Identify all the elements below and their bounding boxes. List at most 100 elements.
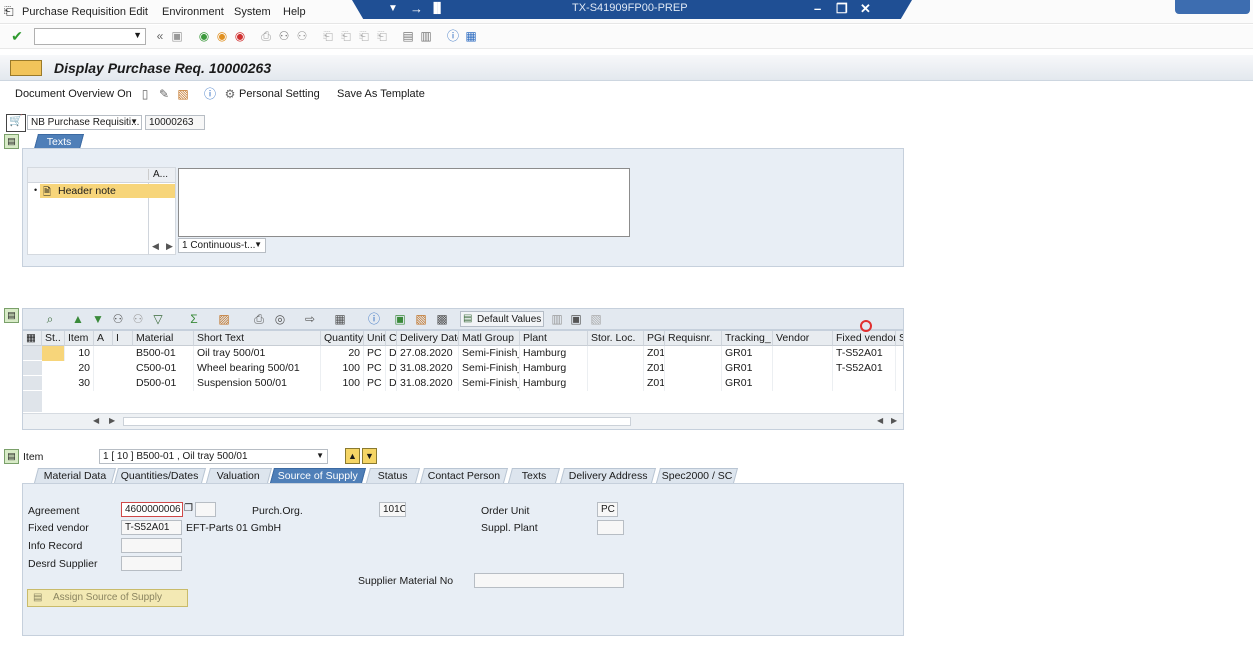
tab-valuation[interactable]: Valuation (205, 468, 273, 483)
col-unit[interactable]: Unit (364, 331, 386, 346)
collapse-header-icon[interactable]: ▤ (4, 134, 19, 149)
enter-check-icon[interactable]: ✔ (10, 29, 24, 43)
copy-document-icon[interactable]: ▧ (176, 87, 190, 101)
view-icon[interactable]: ◎ (273, 312, 287, 326)
col-matl-group[interactable]: Matl Group (459, 331, 520, 346)
col-vendor[interactable]: Vendor (773, 331, 833, 346)
assign-icon[interactable]: ▣ (569, 312, 583, 326)
table-row-unit[interactable]: PC (364, 376, 386, 391)
new-session-icon[interactable]: ▤ (401, 29, 415, 43)
col-short-text[interactable]: Short Text (194, 331, 321, 346)
table-row-c[interactable]: D (386, 346, 397, 361)
double-chevron-left-icon[interactable]: « (153, 29, 167, 43)
col-item[interactable]: Item (65, 331, 94, 346)
chevron-down-icon[interactable]: ▼ (254, 240, 262, 249)
tree-item-header-note[interactable]: 🗎 Header note (40, 184, 175, 198)
chevron-down-icon[interactable]: ▼ (130, 117, 138, 126)
table-row-date[interactable]: 31.08.2020 (397, 376, 459, 391)
shortcut-icon[interactable]: ▥ (419, 29, 433, 43)
assign-source-of-supply-button[interactable]: ▤ Assign Source of Supply (27, 589, 188, 607)
tab-quantities-dates[interactable]: Quantities/Dates (113, 468, 207, 483)
tab-contact-person[interactable]: Contact Person (419, 468, 509, 483)
table-row-short-text[interactable]: Wheel bearing 500/01 (194, 361, 321, 376)
table-row-short-text[interactable]: Suspension 500/01 (194, 376, 321, 391)
document-number-field[interactable]: 10000263 (145, 115, 205, 130)
grid-horizontal-scrollbar[interactable]: ◀ ▶ ◀ ▶ (23, 413, 903, 429)
table-row-pgr[interactable]: Z01 (644, 361, 665, 376)
table-row-short-text[interactable]: Oil tray 500/01 (194, 346, 321, 361)
col-i[interactable]: I (113, 331, 133, 346)
suppl-plant-field[interactable] (597, 520, 624, 535)
delete-item-icon[interactable]: ▩ (435, 312, 449, 326)
find-icon[interactable]: ⚇ (111, 312, 125, 326)
col-stor-loc[interactable]: Stor. Loc. (588, 331, 644, 346)
agreement-field[interactable]: 4600000006 (121, 502, 183, 517)
table-row-unit[interactable]: PC (364, 361, 386, 376)
menu-system[interactable]: System (234, 6, 271, 18)
sort-descending-icon[interactable]: ▼ (91, 312, 105, 326)
table-row-vendor[interactable] (773, 346, 833, 361)
table-row-tracking[interactable]: GR01 (722, 346, 773, 361)
menu-purchase-requisition[interactable]: Purchase Requisition (22, 6, 126, 18)
export-icon[interactable]: ⇨ (303, 312, 317, 326)
table-row-item[interactable]: 20 (65, 361, 94, 376)
tab-texts[interactable]: Texts (507, 468, 561, 483)
save-as-template-button[interactable]: Save As Template (337, 88, 425, 100)
grid-select-all-icon[interactable]: ▦ (23, 331, 42, 346)
personal-setting-button[interactable]: Personal Setting (239, 88, 320, 100)
table-row-matl-group[interactable]: Semi-Finish_ (459, 346, 520, 361)
layout-icon[interactable]: ▦ (333, 312, 347, 326)
scroll-left-icon[interactable]: ◀ (93, 416, 99, 425)
col-quantity[interactable]: Quantity (321, 331, 364, 346)
info-record-field[interactable] (121, 538, 182, 553)
scroll-left-icon[interactable]: ◀ (877, 416, 883, 425)
close-icon[interactable]: ✕ (860, 1, 871, 17)
table-row-tracking[interactable]: GR01 (722, 361, 773, 376)
customize-layout-icon[interactable]: ▦ (464, 29, 478, 43)
tab-status[interactable]: Status (365, 468, 421, 483)
table-row-stor-loc[interactable] (588, 376, 644, 391)
tab-texts[interactable]: Texts (33, 134, 85, 149)
table-row-fixed-vendor[interactable]: T-S52A01 (833, 361, 896, 376)
table-row-plant[interactable]: Hamburg (520, 376, 588, 391)
table-row-plant[interactable]: Hamburg (520, 361, 588, 376)
table-row-vendor[interactable] (773, 361, 833, 376)
col-fixed-vendor[interactable]: Fixed vendor (833, 331, 896, 346)
table-row-pgr[interactable]: Z01 (644, 346, 665, 361)
col-status[interactable]: St.. (42, 331, 65, 346)
dropdown-icon[interactable]: ▼ (388, 3, 398, 14)
table-row-quantity[interactable]: 20 (321, 346, 364, 361)
default-values-button[interactable]: ▤ Default Values (460, 311, 544, 327)
menu-help[interactable]: Help (283, 6, 306, 18)
chevron-down-icon[interactable]: ▼ (133, 30, 142, 40)
exit-icon[interactable]: ⎗ (4, 4, 14, 19)
first-page-icon[interactable]: ⎗ (321, 29, 335, 43)
collapse-items-icon[interactable]: ▤ (4, 308, 19, 323)
tab-material-data[interactable]: Material Data (33, 468, 117, 483)
previous-page-icon[interactable]: ⎗ (339, 29, 353, 43)
tab-delivery-address[interactable]: Delivery Address (559, 468, 657, 483)
table-row-c[interactable]: D (386, 361, 397, 376)
collapse-item-detail-icon[interactable]: ▤ (4, 449, 19, 464)
scroll-thumb[interactable] (123, 417, 631, 426)
restore-icon[interactable]: ❐ (836, 1, 848, 17)
save-icon[interactable]: ▣ (170, 29, 184, 43)
col-a[interactable]: A (94, 331, 113, 346)
menu-environment[interactable]: Environment (162, 6, 224, 18)
table-row-fixed-vendor[interactable] (833, 376, 896, 391)
add-item-icon[interactable]: ▣ (393, 312, 407, 326)
next-item-icon[interactable]: ▼ (362, 448, 377, 464)
exit-icon[interactable]: ◉ (215, 29, 229, 43)
table-row-unit[interactable]: PC (364, 346, 386, 361)
table-row-material[interactable]: B500-01 (133, 346, 194, 361)
copy-icon[interactable]: ❐ (184, 503, 193, 514)
back-icon[interactable]: ◉ (197, 29, 211, 43)
find-next-icon[interactable]: ⚇ (295, 29, 309, 43)
table-row-material[interactable]: D500-01 (133, 376, 194, 391)
supplier-material-field[interactable] (474, 573, 624, 588)
scroll-right-icon[interactable]: ▶ (109, 416, 115, 425)
menu-edit[interactable]: Edit (129, 6, 148, 18)
table-row-fixed-vendor[interactable]: T-S52A01 (833, 346, 896, 361)
sum-icon[interactable]: Σ (187, 312, 201, 326)
table-row-stor-loc[interactable] (588, 346, 644, 361)
